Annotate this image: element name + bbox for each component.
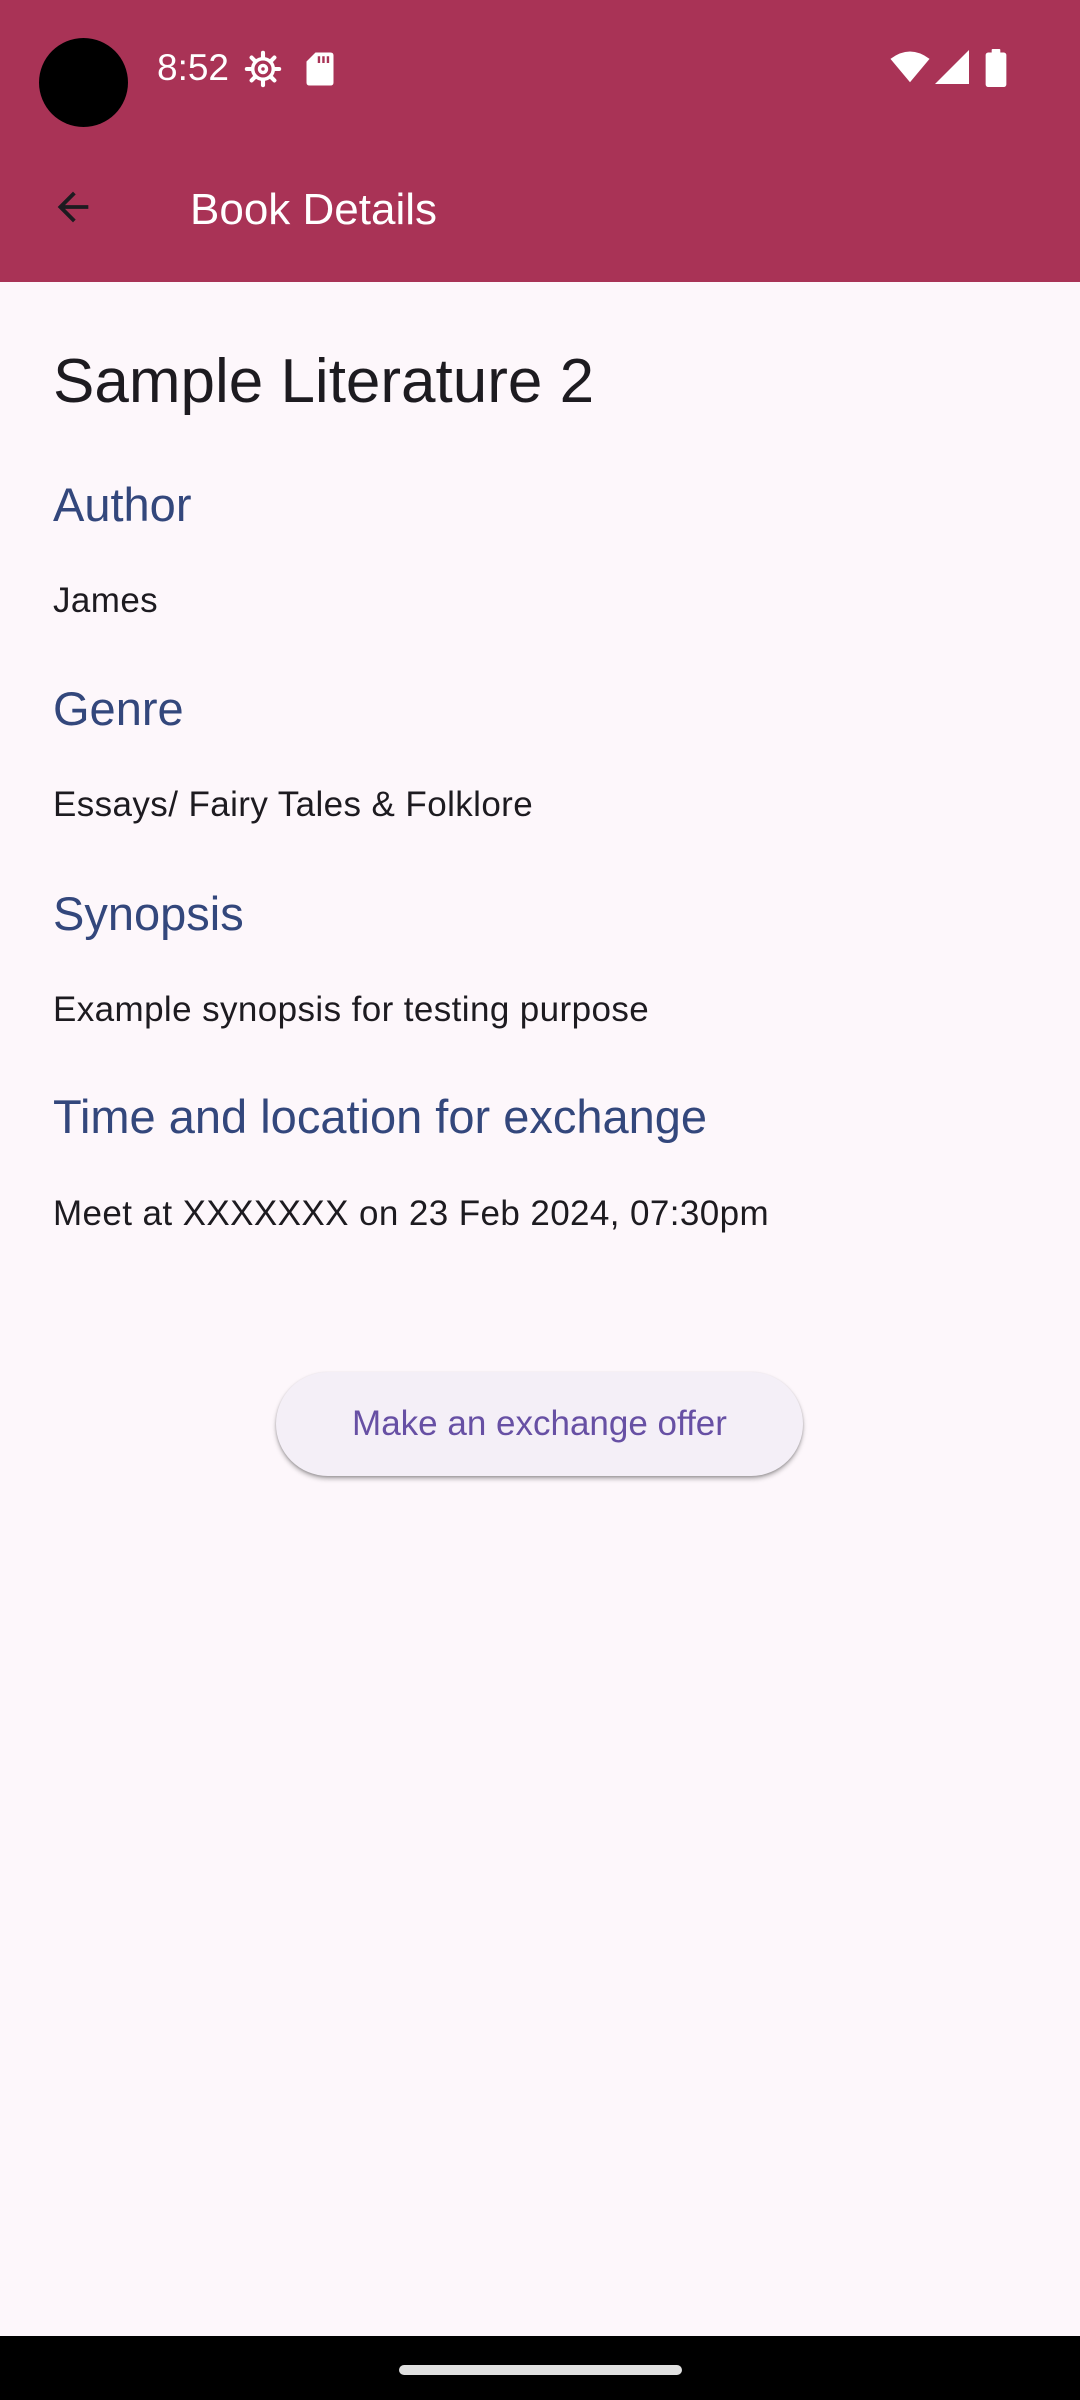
home-gesture-handle[interactable] (399, 2365, 682, 2375)
exchange-time-location-heading: Time and location for exchange (53, 1090, 708, 1143)
synopsis-value: Example synopsis for testing purpose (53, 990, 650, 1029)
camera-cutout (39, 38, 128, 127)
status-time: 8:52 (157, 47, 230, 88)
author-heading: Author (53, 478, 192, 531)
make-exchange-offer-button[interactable]: Make an exchange offer (276, 1372, 803, 1476)
author-value: James (53, 581, 159, 620)
app-header: 8:52 Book Details (0, 0, 1080, 282)
settings-gear-icon (244, 50, 282, 93)
sd-card-icon (305, 51, 335, 92)
exchange-time-location-value: Meet at XXXXXXX on 23 Feb 2024, 07:30pm (53, 1194, 770, 1233)
wifi-icon (889, 50, 931, 89)
cell-signal-icon (935, 50, 969, 89)
toolbar: Book Details (0, 136, 1080, 282)
arrow-back-icon (50, 184, 96, 235)
synopsis-heading: Synopsis (53, 887, 244, 940)
status-bar: 8:52 (0, 0, 1080, 136)
system-navigation-bar (0, 2336, 1080, 2400)
book-details-screen: 8:52 Book Details Sample Literature 2 Au… (0, 0, 1080, 2400)
battery-icon (985, 49, 1007, 92)
back-button[interactable] (30, 166, 116, 252)
genre-heading: Genre (53, 682, 184, 735)
genre-value: Essays/ Fairy Tales & Folklore (53, 785, 534, 824)
page-title: Book Details (190, 185, 438, 234)
book-title: Sample Literature 2 (53, 347, 595, 416)
